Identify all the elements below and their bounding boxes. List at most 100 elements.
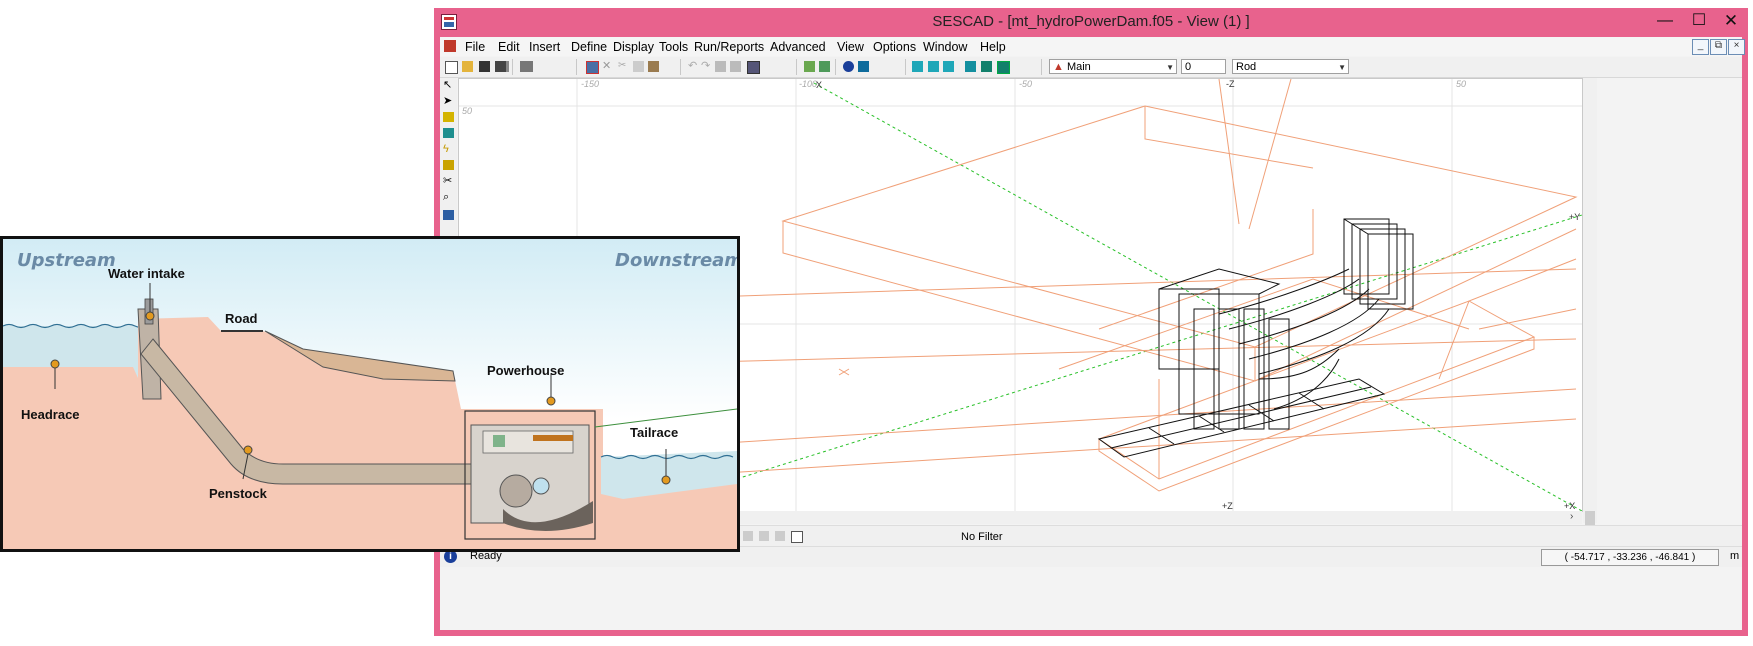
magnifier-icon[interactable]: ⌕ [443,192,454,203]
document-icon[interactable] [444,40,456,52]
ruler-label: 50 [462,106,472,116]
mdi-close-button[interactable]: × [1728,39,1745,55]
draw-icon[interactable] [443,128,454,138]
maximize-button[interactable]: ☐ [1682,8,1716,36]
menu-display[interactable]: Display [613,40,654,54]
coordinate-unit: m [1730,550,1740,562]
element-type-select[interactable]: Rod ▼ [1232,59,1349,74]
separator [905,59,906,75]
chevron-down-icon: ▼ [1166,63,1174,72]
group-icon[interactable] [715,61,726,72]
road-label: Road [225,311,258,326]
menu-file[interactable]: File [465,40,485,54]
powerhouse-label: Powerhouse [487,363,565,378]
layer-select[interactable]: ▲ Main ▼ [1049,59,1177,74]
select-arrow-icon[interactable]: ➤ [443,96,454,107]
mdi-restore-button[interactable]: ⧉ [1710,39,1727,55]
dam-cross-section [3,239,737,549]
report-icon[interactable] [743,531,753,541]
filter-label: No Filter [961,531,1003,543]
menu-options[interactable]: Options [873,40,916,54]
export-icon[interactable] [759,531,769,541]
print-icon[interactable] [520,61,533,72]
window-title: SESCAD - [mt_hydroPowerDam.f05 - View (1… [932,13,1250,30]
open-folder-icon[interactable] [462,61,473,72]
scissors-icon[interactable]: ✂ [443,176,454,187]
paste-icon[interactable] [648,61,659,72]
pointer-icon[interactable]: ↖ [443,80,454,91]
downstream-label: Downstream [615,250,740,271]
mdi-minimize-button[interactable]: _ [1692,39,1709,55]
delete-icon[interactable]: ✕ [602,61,613,72]
axis-label-z-bottom: +Z [1222,501,1233,511]
menu-edit[interactable]: Edit [498,40,520,54]
vertical-scrollbar[interactable] [1583,78,1597,525]
properties-icon[interactable] [586,61,599,74]
minimize-button[interactable]: — [1648,8,1682,36]
query-icon[interactable] [858,61,869,72]
menu-view[interactable]: View [837,40,864,54]
undo-icon[interactable]: ↶ [688,61,699,72]
lightning-icon[interactable]: ϟ [443,144,454,155]
view-iso-icon[interactable] [965,61,976,72]
axis-label-x-bottom: +X [1564,501,1575,511]
menu-bar: File Edit Insert Define Display Tools Ru… [440,37,1745,56]
layers-icon[interactable] [443,210,454,220]
wireframe-icon[interactable] [997,61,1010,74]
number-input[interactable]: 0 [1181,59,1226,74]
upstream-label: Upstream [17,250,116,271]
view-top-icon[interactable] [943,61,954,72]
menu-insert[interactable]: Insert [529,40,560,54]
water-intake-label: Water intake [108,266,185,281]
render-icon[interactable] [981,61,992,72]
chevron-down-icon: ▼ [1338,63,1346,72]
ruler-label: -150 [581,79,599,89]
menu-run-reports[interactable]: Run/Reports [694,40,764,54]
save-icon[interactable] [479,61,490,72]
scroll-right-icon[interactable]: › [1570,511,1573,522]
dam-diagram: Upstream Downstream Water intake Road He… [0,236,740,552]
layer-select-value: Main [1066,61,1091,73]
separator [835,59,836,75]
separator [796,59,797,75]
main-toolbar: ✕ ✂ ↶ ↷ ▲ Main ▼ 0 Rod ▼ [440,57,1742,78]
title-bar[interactable]: SESCAD - [mt_hydroPowerDam.f05 - View (1… [434,8,1748,36]
select-all-icon[interactable] [747,61,760,74]
view-front-icon[interactable] [912,61,923,72]
zoom-fit-icon[interactable] [804,61,815,72]
list-icon[interactable] [791,531,803,543]
pencil-icon[interactable] [443,112,454,122]
view-side-icon[interactable] [928,61,939,72]
new-file-icon[interactable] [445,61,458,74]
separator [680,59,681,75]
save-all-icon[interactable] [495,61,509,72]
axis-label-x-top: X [816,80,822,90]
info-icon[interactable] [843,61,854,72]
ruler-label: 50 [1456,79,1466,89]
separator [512,59,513,75]
element-type-value: Rod [1236,61,1257,73]
menu-help[interactable]: Help [980,40,1006,54]
axes [633,82,1582,511]
ungroup-icon[interactable] [730,61,741,72]
axis-label-z-top: -Z [1226,79,1235,89]
node-icon[interactable] [443,160,454,170]
menu-define[interactable]: Define [571,40,607,54]
menu-window[interactable]: Window [923,40,967,54]
axis-label-y-right: +Y [1569,212,1580,222]
redo-icon[interactable]: ↷ [701,61,712,72]
ruler-label: -50 [1019,79,1032,89]
ruler-label: -100 [799,79,817,89]
zoom-window-icon[interactable] [819,61,830,72]
headrace-label: Headrace [21,407,80,422]
separator [576,59,577,75]
tailrace-label: Tailrace [630,425,679,440]
cut-icon[interactable]: ✂ [618,61,629,72]
menu-tools[interactable]: Tools [659,40,688,54]
penstock-label: Penstock [209,486,267,501]
vertical-scroll-thumb[interactable] [1585,511,1595,525]
close-button[interactable]: ✕ [1714,8,1748,36]
copy-icon[interactable] [633,61,644,72]
menu-advanced[interactable]: Advanced [770,40,826,54]
import-icon[interactable] [775,531,785,541]
